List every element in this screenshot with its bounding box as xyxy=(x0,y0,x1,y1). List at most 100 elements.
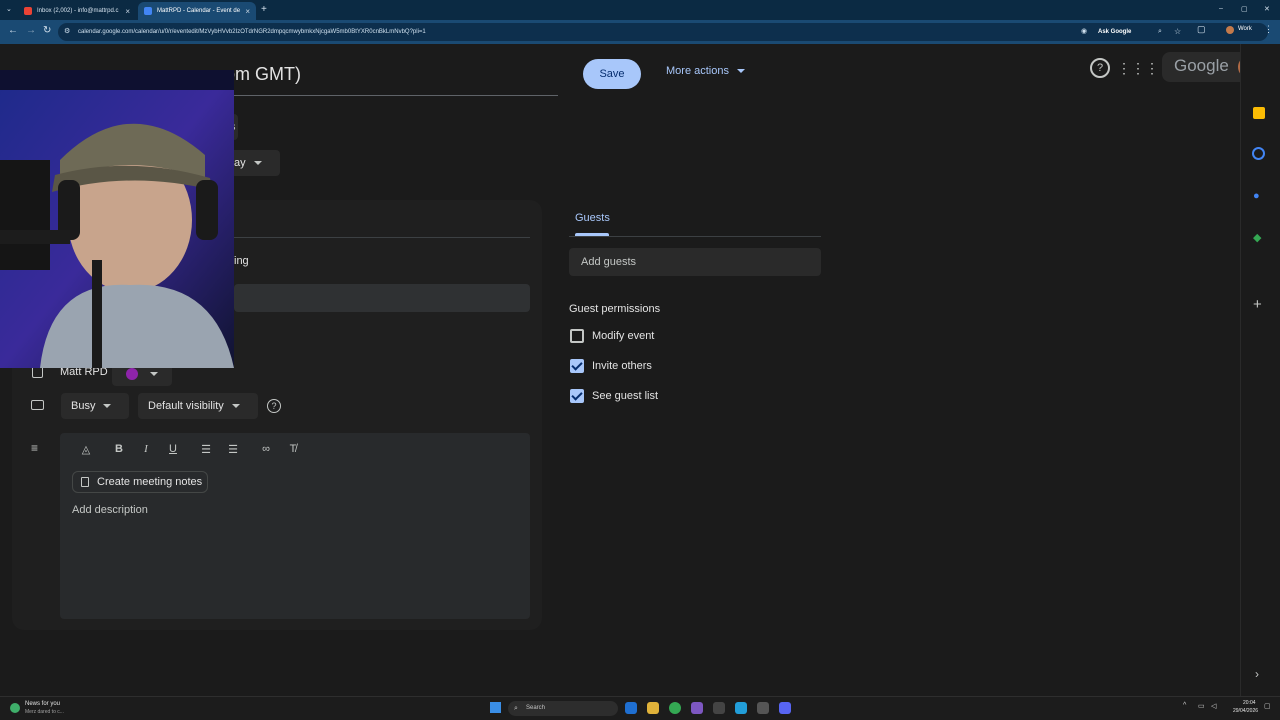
tab-close-icon[interactable]: × xyxy=(125,7,130,16)
browser-menu-icon[interactable]: ⋮ xyxy=(1264,24,1273,35)
description-placeholder: Add description xyxy=(72,504,148,516)
url-text: calendar.google.com/calendar/u/0/r/event… xyxy=(78,29,426,35)
tray-overflow-icon[interactable]: ^ xyxy=(1183,702,1186,709)
start-icon[interactable] xyxy=(490,702,501,713)
bulleted-list-icon[interactable]: ☰ xyxy=(225,443,241,456)
notes-icon xyxy=(81,477,89,487)
windows-taskbar: News for you Merz dared to c... ⌕ Search… xyxy=(0,696,1280,720)
visibility-help-icon[interactable]: ? xyxy=(267,399,281,413)
maximize-button[interactable]: ▢ xyxy=(1241,5,1248,13)
meeting-partial-label[interactable]: ing xyxy=(234,255,249,267)
chevron-down-icon xyxy=(736,69,745,74)
site-info-icon[interactable]: ⚙ xyxy=(64,23,70,41)
gmail-icon xyxy=(24,7,32,15)
chevron-down-icon xyxy=(231,404,240,409)
app-icon[interactable] xyxy=(713,702,725,714)
news-title[interactable]: News for you xyxy=(25,701,60,707)
guests-tab-divider xyxy=(569,236,821,237)
weather-news-icon[interactable] xyxy=(10,703,20,713)
contacts-icon[interactable]: ● xyxy=(1253,190,1260,202)
keep-icon[interactable] xyxy=(1253,107,1265,119)
visibility-select[interactable]: Default visibility xyxy=(138,393,258,419)
clock-date[interactable]: 29/04/2026 xyxy=(1233,708,1258,714)
invite-others-checkbox[interactable] xyxy=(570,359,584,373)
tab-close-icon[interactable]: × xyxy=(245,7,250,16)
discord-icon[interactable] xyxy=(779,702,791,714)
tab-title: MattRPD - Calendar - Event de xyxy=(157,8,241,14)
apps-grid-icon[interactable]: ⋮⋮⋮ xyxy=(1117,58,1159,78)
calendar-color-swatch xyxy=(126,368,138,380)
modify-event-checkbox[interactable] xyxy=(570,329,584,343)
busy-select[interactable]: Busy xyxy=(61,393,129,419)
save-button[interactable]: Save xyxy=(583,59,641,89)
calendar-icon xyxy=(144,7,152,15)
link-icon[interactable]: ∞ xyxy=(258,443,274,455)
tasks-icon[interactable] xyxy=(1252,147,1265,160)
gemini-icon[interactable]: ◬ xyxy=(78,443,94,456)
bold-icon[interactable]: B xyxy=(111,443,127,455)
chevron-down-icon xyxy=(253,161,262,166)
expand-panel-icon[interactable]: › xyxy=(1255,667,1259,681)
more-actions-button[interactable]: More actions xyxy=(666,65,745,77)
underline-icon[interactable]: U xyxy=(165,443,181,455)
tab-inbox[interactable]: Inbox (2,002) - info@mattrpd.c × xyxy=(18,2,136,20)
app-icon[interactable] xyxy=(691,702,703,714)
visibility-select-label: Default visibility xyxy=(148,400,224,412)
profile-avatar[interactable] xyxy=(1226,26,1234,34)
zoom-icon[interactable]: ⌕ xyxy=(1158,23,1162,41)
webcam-person-image xyxy=(0,70,234,368)
tab-calendar[interactable]: MattRPD - Calendar - Event de × xyxy=(138,2,256,20)
close-window-button[interactable]: ✕ xyxy=(1264,5,1270,13)
edge-icon[interactable] xyxy=(625,702,637,714)
app-icon[interactable] xyxy=(757,702,769,714)
clock-time[interactable]: 20:04 xyxy=(1243,700,1256,706)
news-subtitle[interactable]: Merz dared to c... xyxy=(25,709,64,715)
eye-icon[interactable]: ◉ xyxy=(1081,23,1087,41)
tab-menu-icon[interactable]: ⌄ xyxy=(6,5,12,13)
details-divider xyxy=(234,237,530,238)
volume-icon[interactable]: ◁ xyxy=(1211,702,1216,710)
forward-icon[interactable]: → xyxy=(26,25,36,36)
extensions-icon[interactable]: ▢ xyxy=(1197,24,1206,35)
google-logo: Google xyxy=(1174,56,1229,75)
add-guests-input[interactable]: Add guests xyxy=(569,248,821,276)
see-guest-list-label[interactable]: See guest list xyxy=(592,390,658,402)
maps-icon[interactable]: ◆ xyxy=(1253,231,1261,244)
ask-google-button[interactable]: Ask Google xyxy=(1098,23,1131,41)
numbered-list-icon[interactable]: ☰ xyxy=(198,443,214,456)
clear-formatting-icon[interactable]: T̸ xyxy=(285,443,301,455)
chevron-down-icon xyxy=(103,404,112,409)
tab-title: Inbox (2,002) - info@mattrpd.c xyxy=(37,8,119,14)
minimize-button[interactable]: – xyxy=(1219,5,1223,12)
back-icon[interactable]: ← xyxy=(8,25,18,36)
search-icon: ⌕ xyxy=(514,705,518,712)
profile-label[interactable]: Work xyxy=(1238,26,1252,32)
help-icon[interactable]: ? xyxy=(1090,58,1110,78)
tab-guests[interactable]: Guests xyxy=(575,212,610,224)
reload-icon[interactable]: ↻ xyxy=(43,25,51,36)
new-tab-button[interactable]: + xyxy=(261,4,267,15)
notifications-icon[interactable]: ▢ xyxy=(1264,702,1271,710)
see-guest-list-checkbox[interactable] xyxy=(570,389,584,403)
network-icon[interactable]: ▭ xyxy=(1198,702,1205,710)
add-addon-icon[interactable]: + xyxy=(1253,296,1262,313)
italic-icon[interactable]: I xyxy=(138,443,154,455)
chrome-icon[interactable] xyxy=(669,702,681,714)
address-bar-row: ← → ↻ ⚙ calendar.google.com/calendar/u/0… xyxy=(0,20,1280,44)
webcam-overlay xyxy=(0,70,234,368)
description-editor[interactable] xyxy=(60,433,530,619)
invite-others-label[interactable]: Invite others xyxy=(592,360,652,372)
file-explorer-icon[interactable] xyxy=(647,702,659,714)
title-underline xyxy=(225,95,558,96)
telegram-icon[interactable] xyxy=(735,702,747,714)
taskbar-search[interactable]: ⌕ Search xyxy=(508,701,618,716)
taskbar-search-label: Search xyxy=(526,705,546,711)
more-actions-label: More actions xyxy=(666,65,729,77)
modify-event-label[interactable]: Modify event xyxy=(592,330,654,342)
url-input[interactable]: ⚙ calendar.google.com/calendar/u/0/r/eve… xyxy=(58,23,1268,41)
event-title-input[interactable]: om GMT) xyxy=(225,64,301,85)
bookmark-star-icon[interactable]: ☆ xyxy=(1174,23,1181,41)
location-input[interactable] xyxy=(234,284,530,312)
create-meeting-notes-button[interactable]: Create meeting notes xyxy=(72,471,208,493)
chevron-down-icon xyxy=(150,372,158,376)
